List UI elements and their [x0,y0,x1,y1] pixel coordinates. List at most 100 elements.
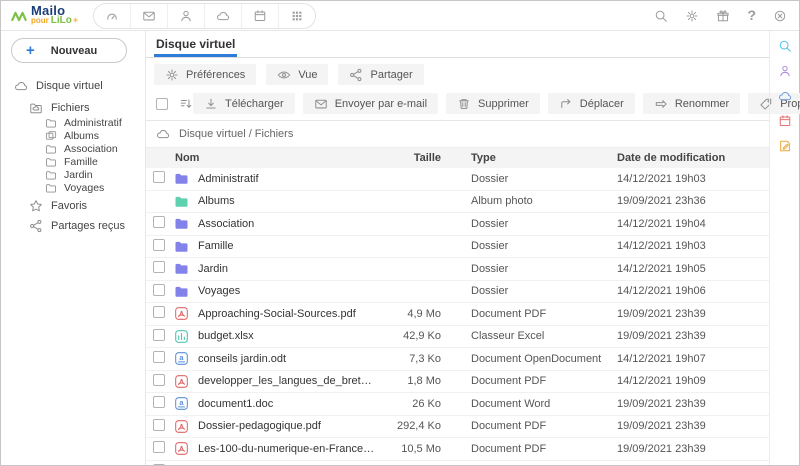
file-type: Dossier [471,240,617,252]
select-all-checkbox[interactable] [156,98,168,110]
app-window: Mailo pourLiLo☀ ? + Nouveau Disque virtu… [0,0,800,466]
file-date: 14/12/2021 19h04 [617,218,769,230]
preferences-button[interactable]: Préférences [154,64,256,85]
rail-contacts-icon[interactable] [778,64,792,78]
row-checkbox[interactable] [153,374,165,386]
brand-text: Mailo pourLiLo☀ [31,6,79,26]
sidebar-item-famille[interactable]: Famille [1,155,145,168]
file-name: document1.doc [198,398,377,410]
sidebar-item-label: Voyages [64,182,104,194]
row-checkbox[interactable] [153,419,165,431]
app-mail-button[interactable] [130,4,167,28]
table-row[interactable]: Présentation.pptx 1,1 Mo Document PowerP… [146,461,769,466]
row-checkbox[interactable] [153,216,165,228]
gift-icon[interactable] [716,9,730,23]
column-header-size[interactable]: Taille [377,152,441,164]
envoyer-par-e-mail-button[interactable]: Envoyer par e-mail [303,93,438,114]
new-button[interactable]: + Nouveau [11,38,127,63]
vue-button[interactable]: Vue [266,64,328,85]
column-header-type[interactable]: Type [471,152,617,164]
doc-icon: a [172,396,189,411]
table-row[interactable]: budget.xlsx 42,9 Ko Classeur Excel 19/09… [146,326,769,349]
row-checkbox[interactable] [153,329,165,341]
table-row[interactable]: Administratif Dossier 14/12/2021 19h03 [146,168,769,191]
column-header-date[interactable]: Date de modification [617,152,769,164]
app-apps-grid-button[interactable] [278,4,315,28]
app-dashboard-button[interactable] [94,4,130,28]
table-row[interactable]: Albums Album photo 19/09/2021 23h36 [146,191,769,214]
table-row[interactable]: Famille Dossier 14/12/2021 19h03 [146,236,769,259]
row-checkbox[interactable] [153,306,165,318]
search-icon[interactable] [654,9,668,23]
sidebar-item-albums[interactable]: Albums [1,129,145,142]
app-contacts-button[interactable] [167,4,204,28]
partager-button[interactable]: Partager [338,64,423,85]
pdf-icon [172,374,189,389]
row-checkbox[interactable] [153,171,165,183]
app-cloud-button[interactable] [204,4,241,28]
pptx-icon [172,464,189,465]
sort-icon[interactable] [179,97,193,111]
table-row[interactable]: Les-100-du-numerique-en-France.pdf 10,5 … [146,438,769,461]
share-icon [349,68,363,82]
folder-icon [172,239,189,254]
help-icon[interactable]: ? [747,8,756,23]
telecharger-button[interactable]: Télécharger [193,93,295,114]
mailo-logo[interactable]: Mailo pourLiLo☀ [11,6,79,26]
app-calendar-button[interactable] [241,4,278,28]
trash-icon [457,97,471,111]
sidebar-item-association[interactable]: Association [1,142,145,155]
settings-icon[interactable] [685,9,699,23]
row-checkbox[interactable] [153,239,165,251]
table-row[interactable]: Approaching-Social-Sources.pdf 4,9 Mo Do… [146,303,769,326]
file-size: 42,9 Ko [377,330,441,342]
row-checkbox[interactable] [153,261,165,273]
dashboard-icon [105,9,119,23]
rail-search-icon[interactable] [778,39,792,53]
table-row[interactable]: a conseils jardin.odt 7,3 Ko Document Op… [146,348,769,371]
tab-disque-virtuel[interactable]: Disque virtuel [154,37,237,57]
table-row[interactable]: Association Dossier 14/12/2021 19h04 [146,213,769,236]
table-row[interactable]: developper_les_langues_de_bretagne.pdf 1… [146,371,769,394]
table-row[interactable]: Jardin Dossier 14/12/2021 19h05 [146,258,769,281]
file-size: 4,9 Mo [377,308,441,320]
sidebar-item-partages-recus[interactable]: Partages reçus [1,217,145,234]
row-checkbox[interactable] [153,284,165,296]
svg-text:a: a [179,353,184,362]
sidebar-item-administratif[interactable]: Administratif [1,116,145,129]
row-checkbox[interactable] [153,396,165,408]
sidebar-item-disque-virtuel[interactable]: Disque virtuel [1,75,145,96]
file-date: 19/09/2021 23h39 [617,398,769,410]
row-checkbox[interactable] [153,351,165,363]
row-checkbox[interactable] [153,464,165,465]
file-type: Classeur Excel [471,330,617,342]
file-name: Approaching-Social-Sources.pdf [198,308,377,320]
rail-calendar-icon[interactable] [778,114,792,128]
logout-icon[interactable] [773,9,787,23]
supprimer-button[interactable]: Supprimer [446,93,540,114]
file-date: 19/09/2021 23h36 [617,195,769,207]
sidebar-item-voyages[interactable]: Voyages [1,181,145,194]
rail-cloud-icon[interactable] [778,89,792,103]
file-name: conseils jardin.odt [198,353,377,365]
table-row[interactable]: a document1.doc 26 Ko Document Word 19/0… [146,393,769,416]
sidebar-item-fichiers[interactable]: Fichiers [1,99,145,116]
rail-notes-icon[interactable] [778,139,792,153]
sidebar-item-label: Fichiers [51,102,90,114]
breadcrumb[interactable]: Disque virtuel / Fichiers [146,121,769,148]
table-row[interactable]: Voyages Dossier 14/12/2021 19h06 [146,281,769,304]
mail-icon [314,97,328,111]
plus-icon: + [26,45,35,57]
eye-icon [277,68,291,82]
table-row[interactable]: Dossier-pedagogique.pdf 292,4 Ko Documen… [146,416,769,439]
sidebar-item-favoris[interactable]: Favoris [1,197,145,214]
rename-icon [654,97,668,111]
renommer-button[interactable]: Renommer [643,93,740,114]
sidebar-item-jardin[interactable]: Jardin [1,168,145,181]
column-header-name[interactable]: Nom [172,152,377,164]
row-checkbox[interactable] [153,441,165,453]
folder-icon [172,261,189,276]
file-type: Document PDF [471,420,617,432]
deplacer-button[interactable]: Déplacer [548,93,635,114]
sun-icon: ☀ [72,16,79,25]
